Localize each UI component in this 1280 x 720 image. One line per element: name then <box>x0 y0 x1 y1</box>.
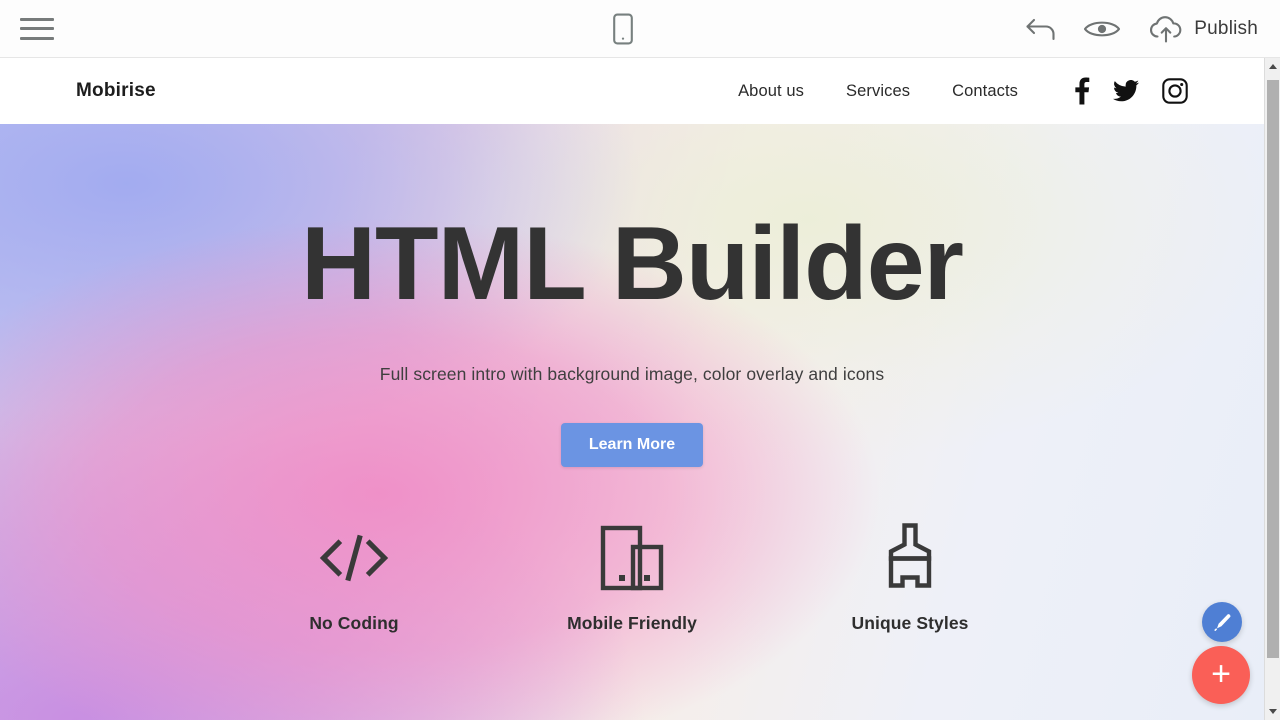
hamburger-bar <box>20 17 54 21</box>
eye-preview-icon[interactable] <box>1083 16 1121 42</box>
hamburger-bar <box>20 27 54 30</box>
toolbar-center-group <box>220 13 1025 45</box>
scroll-down-arrow-icon[interactable] <box>1265 703 1280 720</box>
twitter-icon[interactable] <box>1113 80 1139 102</box>
devices-icon <box>600 523 664 593</box>
feature-list: No Coding Mobile Friendly Unique Styles <box>0 523 1264 634</box>
social-links <box>1074 77 1188 105</box>
hero-section: HTML Builder Full screen intro with back… <box>0 124 1264 720</box>
feature-item-unique-styles: Unique Styles <box>771 523 1049 634</box>
hamburger-menu-icon[interactable] <box>20 16 54 42</box>
facebook-icon[interactable] <box>1074 77 1090 105</box>
vertical-scrollbar[interactable] <box>1264 58 1280 720</box>
add-block-fab-button[interactable]: + <box>1192 646 1250 704</box>
plus-icon: + <box>1211 654 1231 693</box>
learn-more-button[interactable]: Learn More <box>560 423 704 467</box>
paint-brush-icon <box>882 523 938 593</box>
publish-button[interactable]: Publish <box>1147 14 1258 44</box>
cloud-upload-icon <box>1147 14 1185 44</box>
feature-label-mobile-friendly: Mobile Friendly <box>567 613 697 633</box>
code-brackets-icon <box>316 523 392 593</box>
nav-link-services[interactable]: Services <box>846 82 910 101</box>
triangle-down <box>1269 709 1277 714</box>
triangle-up <box>1269 64 1277 69</box>
site-navbar: Mobirise About us Services Contacts <box>0 58 1264 124</box>
edit-fab-button[interactable] <box>1202 602 1242 642</box>
scroll-up-arrow-icon[interactable] <box>1265 58 1280 75</box>
undo-arrow-icon[interactable] <box>1025 15 1057 43</box>
hero-title: HTML Builder <box>300 206 964 322</box>
mobile-device-icon[interactable] <box>612 13 634 45</box>
scrollbar-thumb[interactable] <box>1267 80 1279 658</box>
site-canvas: Mobirise About us Services Contacts HTML… <box>0 58 1264 720</box>
hamburger-bar <box>20 36 54 40</box>
feature-label-no-coding: No Coding <box>309 613 399 633</box>
site-nav-links: About us Services Contacts <box>738 82 1018 101</box>
hero-subtitle: Full screen intro with background image,… <box>379 364 885 384</box>
instagram-icon[interactable] <box>1162 78 1188 104</box>
nav-link-about-us[interactable]: About us <box>738 82 804 101</box>
toolbar-left-group <box>0 16 220 42</box>
feature-label-unique-styles: Unique Styles <box>851 613 969 633</box>
feature-item-mobile-friendly: Mobile Friendly <box>493 523 771 634</box>
site-brand[interactable]: Mobirise <box>76 80 156 102</box>
feature-item-no-coding: No Coding <box>215 523 493 634</box>
publish-label: Publish <box>1194 17 1258 39</box>
toolbar-right-group: Publish <box>1025 14 1280 44</box>
builder-toolbar: Publish <box>0 0 1280 58</box>
nav-link-contacts[interactable]: Contacts <box>952 82 1018 101</box>
